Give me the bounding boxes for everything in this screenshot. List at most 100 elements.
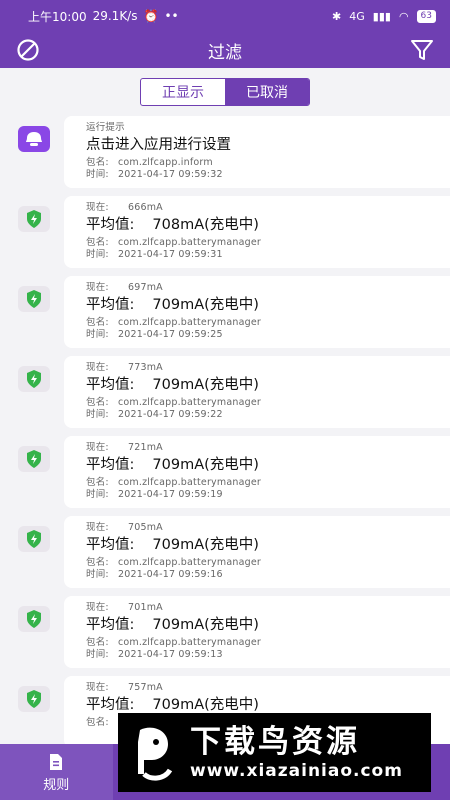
time-value: 2021-04-17 09:59:31 [118, 249, 223, 260]
filter-icon [411, 40, 433, 60]
more-dots-icon: •• [164, 9, 179, 23]
document-icon [50, 753, 63, 770]
list-item[interactable]: 现在: 666mA 平均值: 708mA(充电中) 包名: com.zlfcapp.b… [0, 196, 450, 276]
battery-shield-icon [18, 526, 50, 552]
package-value: com.zlfcapp.inform [118, 157, 213, 168]
alarm-icon: ⏰ [143, 9, 159, 23]
current-value: 757mA [128, 682, 163, 693]
time-label: 时间: [86, 329, 109, 340]
list-item[interactable]: 现在: 705mA 平均值: 709mA(充电中) 包名: com.zlfcapp.b… [0, 516, 450, 596]
time-label: 时间: [86, 409, 109, 420]
signal-icon: ▮▮▮ [372, 9, 391, 23]
list-item[interactable]: 运行提示 点击进入应用进行设置 包名: com.zlfcapp.inform 时间… [0, 116, 450, 196]
package-label: 包名: [86, 557, 109, 568]
app-notification-icon [18, 126, 50, 152]
nav-rules[interactable]: 规则 [0, 744, 113, 800]
status-time: 上午10:00 [28, 9, 87, 24]
entry-card: 现在: 701mA 平均值: 709mA(充电中) 包名: com.zlfcapp.b… [64, 596, 450, 668]
package-value: com.zlfcapp.batterymanager [118, 317, 261, 328]
current-label: 现在: [86, 282, 109, 293]
avg-value: 709mA(充电中) [152, 297, 259, 313]
status-speed: 29.1K/s [92, 9, 138, 23]
status-bar: 上午10:00 29.1K/s ⏰ •• ✱ 4G ▮▮▮ ◠ 63 [0, 0, 450, 32]
entry-card: 现在: 666mA 平均值: 708mA(充电中) 包名: com.zlfcapp.b… [64, 196, 450, 268]
current-value: 701mA [128, 602, 163, 613]
time-label: 时间: [86, 249, 109, 260]
filter-button[interactable] [406, 34, 438, 66]
time-value: 2021-04-17 09:59:32 [118, 169, 223, 180]
list-item[interactable]: 现在: 721mA 平均值: 709mA(充电中) 包名: com.zlfcapp.b… [0, 436, 450, 516]
entry-tag: 运行提示 [86, 122, 125, 133]
entry-card: 现在: 697mA 平均值: 709mA(充电中) 包名: com.zlfcapp.b… [64, 276, 450, 348]
time-label: 时间: [86, 569, 109, 580]
bird-logo-icon [138, 727, 173, 781]
avg-value: 709mA(充电中) [152, 537, 259, 553]
time-label: 时间: [86, 169, 109, 180]
entry-card: 运行提示 点击进入应用进行设置 包名: com.zlfcapp.inform 时间… [64, 116, 450, 188]
avg-label: 平均值: [86, 617, 135, 633]
tab-showing[interactable]: 正显示 [141, 79, 225, 105]
watermark-banner: 下载鸟资源 www.xiazainiao.com [118, 713, 431, 792]
battery-shield-icon [18, 446, 50, 472]
time-value: 2021-04-17 09:59:16 [118, 569, 223, 580]
current-value: 773mA [128, 362, 163, 373]
package-value: com.zlfcapp.batterymanager [118, 237, 261, 248]
nav-rules-label: 规则 [43, 777, 70, 793]
package-value: com.zlfcapp.batterymanager [118, 557, 261, 568]
list-item[interactable]: 现在: 773mA 平均值: 709mA(充电中) 包名: com.zlfcapp.b… [0, 356, 450, 436]
tab-cancelled[interactable]: 已取消 [225, 79, 309, 105]
watermark-url: www.xiazainiao.com [190, 760, 403, 781]
current-value: 705mA [128, 522, 163, 533]
time-value: 2021-04-17 09:59:19 [118, 489, 223, 500]
current-label: 现在: [86, 602, 109, 613]
block-icon [17, 39, 39, 61]
avg-value: 709mA(充电中) [152, 697, 259, 713]
time-label: 时间: [86, 489, 109, 500]
current-label: 现在: [86, 442, 109, 453]
time-value: 2021-04-17 09:59:13 [118, 649, 223, 660]
time-value: 2021-04-17 09:59:25 [118, 329, 223, 340]
avg-label: 平均值: [86, 297, 135, 313]
avg-value: 709mA(充电中) [152, 617, 259, 633]
bluetooth-icon: ✱ [332, 9, 342, 23]
package-value: com.zlfcapp.batterymanager [118, 637, 261, 648]
package-value: com.zlfcapp.batterymanager [118, 477, 261, 488]
watermark-text: 下载鸟资源 [190, 723, 360, 760]
battery-shield-icon [18, 206, 50, 232]
avg-label: 平均值: [86, 377, 135, 393]
battery-indicator: 63 [416, 9, 436, 23]
avg-label: 平均值: [86, 217, 135, 233]
list-item[interactable]: 现在: 701mA 平均值: 709mA(充电中) 包名: com.zlfcapp.b… [0, 596, 450, 676]
wifi-icon: ◠ [398, 9, 409, 23]
network-label: 4G [349, 9, 365, 23]
package-label: 包名: [86, 157, 109, 168]
display-toggle: 正显示 已取消 [140, 78, 310, 106]
package-label: 包名: [86, 477, 109, 488]
current-value: 721mA [128, 442, 163, 453]
package-label: 包名: [86, 717, 109, 728]
avg-value: 708mA(充电中) [152, 217, 259, 233]
entry-card: 现在: 773mA 平均值: 709mA(充电中) 包名: com.zlfcapp.b… [64, 356, 450, 428]
package-label: 包名: [86, 397, 109, 408]
battery-shield-icon [18, 606, 50, 632]
block-button[interactable] [12, 34, 44, 66]
app-header: 过滤 [0, 32, 450, 68]
package-label: 包名: [86, 237, 109, 248]
battery-shield-icon [18, 286, 50, 312]
log-list: 运行提示 点击进入应用进行设置 包名: com.zlfcapp.inform 时间… [0, 116, 450, 756]
time-value: 2021-04-17 09:59:22 [118, 409, 223, 420]
entry-card: 现在: 705mA 平均值: 709mA(充电中) 包名: com.zlfcapp.b… [64, 516, 450, 588]
list-item[interactable]: 现在: 697mA 平均值: 709mA(充电中) 包名: com.zlfcapp.b… [0, 276, 450, 356]
current-label: 现在: [86, 682, 109, 693]
current-label: 现在: [86, 202, 109, 213]
battery-shield-icon [18, 686, 50, 712]
current-label: 现在: [86, 362, 109, 373]
package-label: 包名: [86, 637, 109, 648]
page-title: 过滤 [208, 42, 242, 63]
current-label: 现在: [86, 522, 109, 533]
current-value: 666mA [128, 202, 163, 213]
time-label: 时间: [86, 649, 109, 660]
entry-card: 现在: 721mA 平均值: 709mA(充电中) 包名: com.zlfcapp.b… [64, 436, 450, 508]
battery-shield-icon [18, 366, 50, 392]
avg-label: 平均值: [86, 457, 135, 473]
